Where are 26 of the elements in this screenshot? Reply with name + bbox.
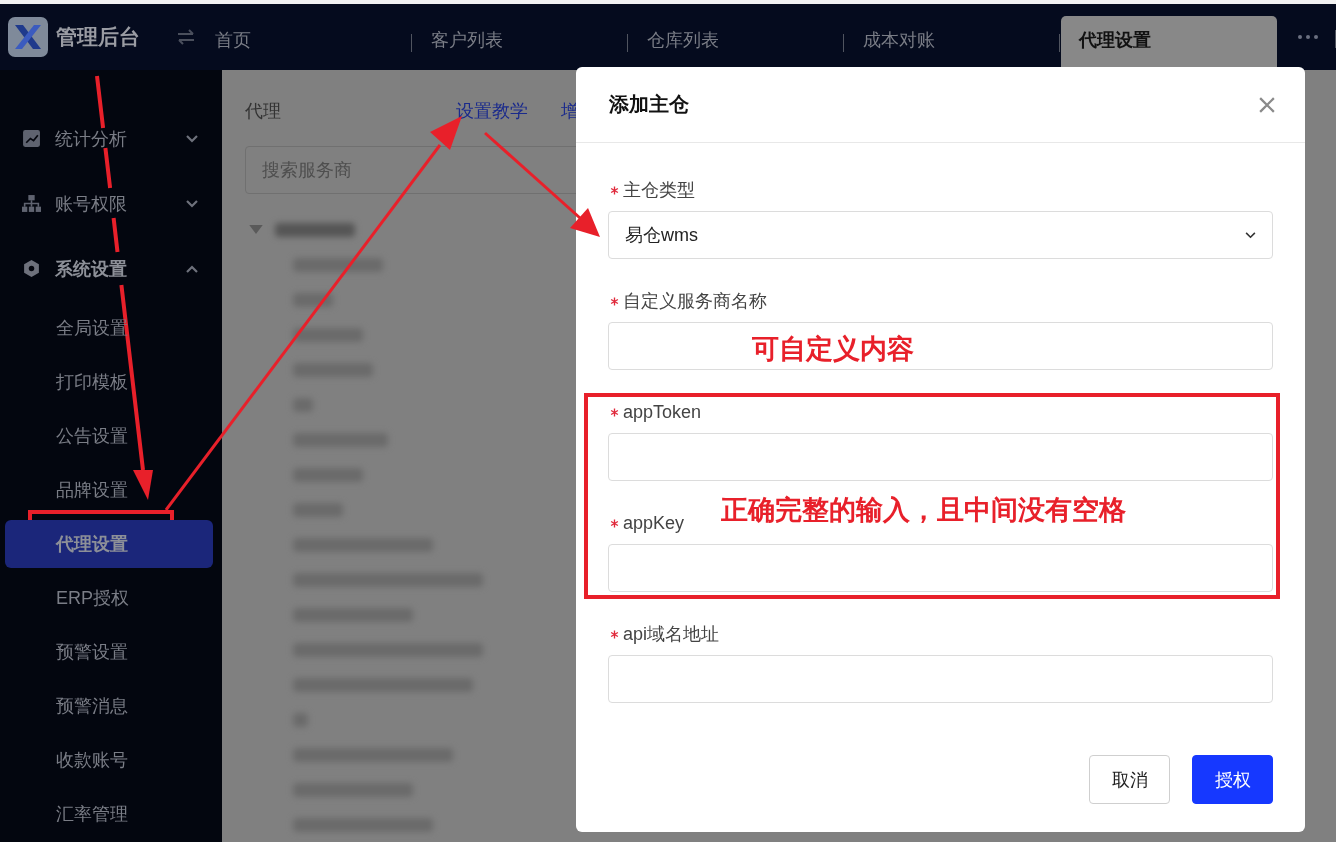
select-field[interactable]: 易仓wms	[608, 211, 1273, 259]
app-title: 管理后台	[56, 24, 140, 50]
sidebar-item[interactable]: 预警设置	[5, 625, 213, 679]
page-title: 代理	[245, 100, 282, 123]
sidebar-item[interactable]: 预警消息	[5, 679, 213, 733]
sidebar-group[interactable]: 系统设置	[0, 236, 222, 301]
sidebar-item[interactable]: 代理设置	[5, 520, 213, 568]
sidebar-item[interactable]: 收款账号	[5, 733, 213, 787]
dialog-title: 添加主仓	[609, 92, 689, 117]
sidebar-item[interactable]: 品牌设置	[5, 463, 213, 517]
annotation-text: 正确完整的输入，且中间没有空格	[721, 494, 1126, 527]
sidebar-group[interactable]: 账号权限	[0, 171, 222, 236]
cancel-button[interactable]: 取消	[1089, 755, 1170, 804]
sidebar-group[interactable]: 统计分析	[0, 106, 222, 171]
field-label: api域名地址	[623, 623, 720, 646]
sidebar-item[interactable]: 打印模板	[5, 355, 213, 409]
tab[interactable]: 代理设置	[1061, 16, 1277, 70]
sidebar-item[interactable]: ERP授权	[5, 571, 213, 625]
authorize-button[interactable]: 授权	[1192, 755, 1273, 804]
sidebar-item[interactable]: 汇率管理	[5, 787, 213, 841]
field-label: appToken	[623, 401, 702, 423]
link[interactable]: 设置教学	[456, 99, 528, 123]
field-label: appKey	[623, 512, 685, 534]
field-label: 自定义服务商名称	[623, 290, 767, 313]
sidebar-item[interactable]: 公告设置	[5, 409, 213, 463]
annotation-text: 可自定义内容	[752, 333, 914, 366]
